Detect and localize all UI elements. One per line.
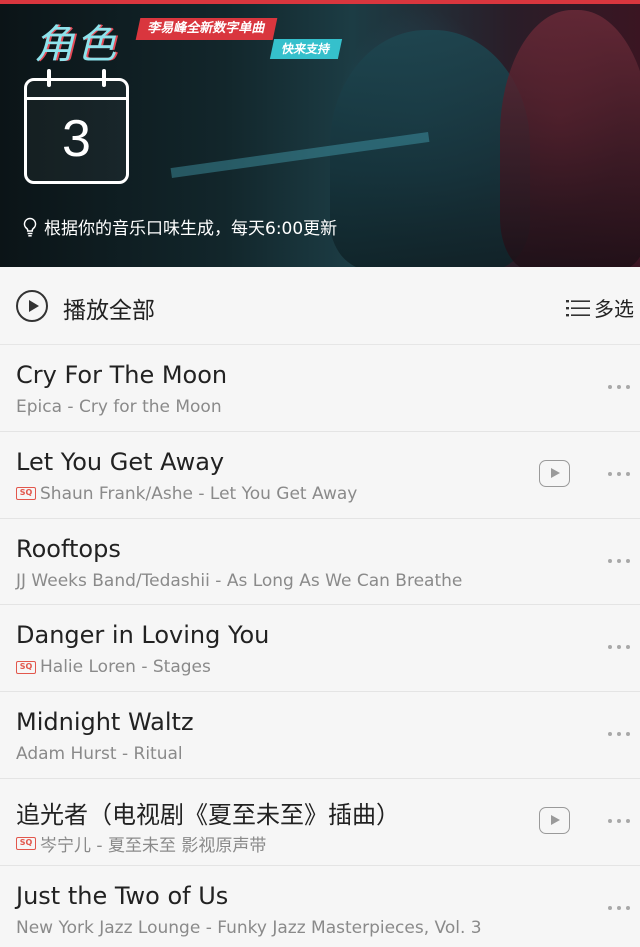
more-options-icon[interactable] [608, 645, 630, 650]
song-artist-album: Halie Loren - Stages [40, 657, 211, 678]
song-title: Rooftops [16, 534, 121, 563]
more-options-icon[interactable] [608, 732, 630, 737]
song-subtitle: Adam Hurst - Ritual [16, 744, 183, 764]
daily-recommend-banner: 角色 李易峰全新数字单曲 快来支持 3 根据你的音乐口味生成，每天6:00更新 [0, 0, 640, 267]
song-subtitle: New York Jazz Lounge - Funky Jazz Master… [16, 918, 482, 938]
calendar-header-line [27, 97, 126, 100]
song-artist-album: Adam Hurst - Ritual [16, 744, 183, 765]
banner-figure-right [500, 10, 640, 267]
song-title: Just the Two of Us [16, 881, 229, 910]
song-artist-album: JJ Weeks Band/Tedashii - As Long As We C… [16, 570, 463, 591]
play-circle-icon[interactable] [16, 290, 48, 322]
play-all-bar: 播放全部 多选 [0, 267, 640, 345]
top-accent-bar [0, 0, 640, 4]
calendar-icon: 3 [24, 69, 129, 184]
song-row[interactable]: Danger in Loving You SQ Halie Loren - St… [0, 605, 640, 693]
song-row[interactable]: Cry For The Moon Epica - Cry for the Moo… [0, 345, 640, 432]
song-title: Danger in Loving You [16, 621, 270, 650]
promo-tag-secondary[interactable]: 快来支持 [269, 39, 343, 59]
more-options-icon[interactable] [608, 818, 630, 823]
song-list: Cry For The Moon Epica - Cry for the Moo… [0, 345, 640, 947]
mv-play-icon[interactable] [539, 806, 570, 834]
calendar-ring-left [47, 69, 51, 87]
lightbulb-icon [23, 217, 37, 237]
sq-badge-icon: SQ [16, 836, 36, 850]
song-row[interactable]: Rooftops JJ Weeks Band/Tedashii - As Lon… [0, 518, 640, 606]
song-row[interactable]: Let You Get Away SQ Shaun Frank/Ashe - L… [0, 431, 640, 519]
song-artist-album: New York Jazz Lounge - Funky Jazz Master… [16, 917, 482, 938]
song-artist-album: 岑宁儿 - 夏至未至 影视原声带 [40, 835, 267, 856]
calendar-day: 3 [62, 110, 91, 168]
sq-badge-icon: SQ [16, 487, 36, 501]
more-options-icon[interactable] [608, 385, 630, 389]
song-subtitle: JJ Weeks Band/Tedashii - As Long As We C… [16, 571, 462, 591]
promo-tag-primary[interactable]: 李易峰全新数字单曲 [135, 18, 278, 40]
play-all-button[interactable]: 播放全部 [63, 291, 155, 325]
song-row[interactable]: 追光者（电视剧《夏至未至》插曲） SQ 岑宁儿 - 夏至未至 影视原声带 [0, 778, 640, 866]
multi-select-button[interactable]: 多选 [566, 293, 634, 322]
song-artist-album: Shaun Frank/Ashe - Let You Get Away [40, 483, 358, 504]
mv-play-icon[interactable] [539, 459, 570, 487]
banner-logo: 角色 [34, 22, 118, 68]
list-icon [566, 299, 590, 316]
song-subtitle: SQ Shaun Frank/Ashe - Let You Get Away [16, 484, 357, 504]
song-title: Let You Get Away [16, 447, 225, 476]
more-options-icon[interactable] [608, 905, 630, 910]
song-title: Midnight Waltz [16, 708, 194, 737]
hint-text: 根据你的音乐口味生成，每天6:00更新 [44, 219, 338, 239]
song-title: 追光者（电视剧《夏至未至》插曲） [16, 800, 400, 829]
multi-select-label: 多选 [594, 297, 634, 321]
sq-badge-icon: SQ [16, 660, 36, 674]
calendar-ring-right [102, 69, 106, 87]
song-subtitle: Epica - Cry for the Moon [16, 397, 222, 417]
song-artist-album: Epica - Cry for the Moon [16, 397, 222, 417]
recommend-hint: 根据你的音乐口味生成，每天6:00更新 [22, 214, 337, 239]
song-row[interactable]: Just the Two of Us New York Jazz Lounge … [0, 865, 640, 947]
song-title: Cry For The Moon [16, 361, 228, 389]
song-subtitle: SQ 岑宁儿 - 夏至未至 影视原声带 [16, 831, 266, 856]
more-options-icon[interactable] [608, 471, 630, 476]
song-subtitle: SQ Halie Loren - Stages [16, 657, 211, 677]
more-options-icon[interactable] [608, 558, 630, 563]
song-row[interactable]: Midnight Waltz Adam Hurst - Ritual [0, 692, 640, 779]
